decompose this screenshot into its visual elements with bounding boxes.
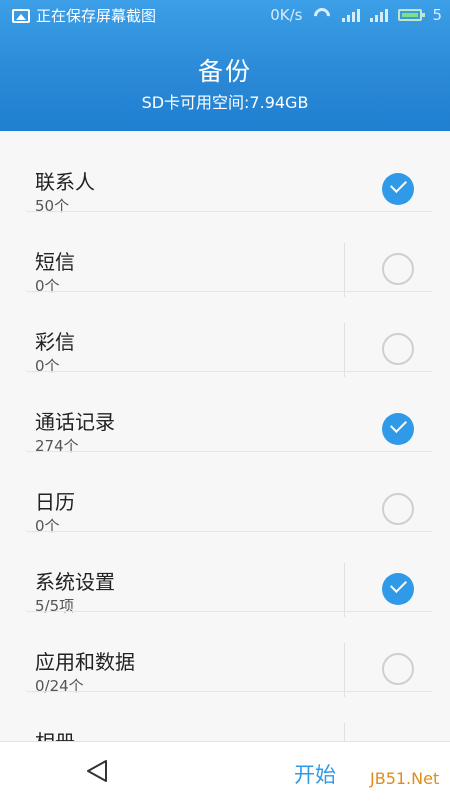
status-notification: 正在保存屏幕截图	[12, 5, 156, 26]
net-speed: 0K/s	[270, 6, 303, 24]
list-item-sms[interactable]: 短信 0个	[0, 211, 450, 297]
checkbox-checked[interactable]	[382, 173, 414, 205]
item-name: 联系人	[35, 170, 95, 194]
start-button[interactable]: 开始	[294, 759, 336, 789]
backup-list: 联系人 50个 短信 0个 彩信 0个 通话记录 274个 日历 0个 系统设置…	[0, 131, 450, 741]
vertical-divider	[344, 323, 345, 377]
signal-icon-2	[370, 8, 389, 22]
header: 正在保存屏幕截图 0K/s 5 备份 SD卡可用空间:7.94GB	[0, 0, 450, 131]
battery-level: 5	[432, 6, 442, 24]
item-name: 应用和数据	[35, 650, 135, 674]
battery-icon	[398, 9, 426, 21]
vertical-divider	[344, 643, 345, 697]
status-icons: 0K/s 5	[270, 6, 442, 24]
image-icon	[12, 8, 30, 23]
vertical-divider	[344, 723, 345, 741]
checkbox-unchecked[interactable]	[382, 333, 414, 365]
wifi-icon	[312, 8, 332, 22]
list-item-system-settings[interactable]: 系统设置 5/5项	[0, 531, 450, 617]
list-item-apps-data[interactable]: 应用和数据 0/24个	[0, 611, 450, 697]
checkbox-unchecked[interactable]	[382, 493, 414, 525]
page-title: 备份	[197, 57, 252, 86]
checkbox-unchecked[interactable]	[382, 653, 414, 685]
vertical-divider	[344, 243, 345, 297]
item-name: 通话记录	[35, 410, 115, 434]
item-name: 日历	[35, 490, 75, 514]
list-item-mms[interactable]: 彩信 0个	[0, 291, 450, 377]
watermark: JB51.Net	[340, 761, 450, 800]
item-name: 彩信	[35, 330, 75, 354]
watermark-text: JB51.Net	[370, 769, 440, 788]
item-name: 系统设置	[35, 570, 115, 594]
list-item-call-log[interactable]: 通话记录 274个	[0, 371, 450, 455]
item-name: 短信	[35, 250, 75, 274]
checkbox-checked[interactable]	[382, 413, 414, 445]
item-name: 相册	[35, 726, 75, 741]
checkbox-unchecked[interactable]	[382, 253, 414, 285]
status-bar: 正在保存屏幕截图 0K/s 5	[0, 0, 450, 30]
notification-text: 正在保存屏幕截图	[36, 7, 157, 25]
list-item-calendar[interactable]: 日历 0个	[0, 451, 450, 535]
list-item-contacts[interactable]: 联系人 50个	[0, 131, 450, 215]
storage-info: SD卡可用空间:7.94GB	[141, 93, 309, 112]
signal-icon	[342, 8, 361, 22]
checkbox-checked[interactable]	[382, 573, 414, 605]
back-triangle-icon[interactable]	[86, 759, 108, 783]
vertical-divider	[344, 563, 345, 617]
list-item-album[interactable]: 相册	[0, 691, 450, 741]
